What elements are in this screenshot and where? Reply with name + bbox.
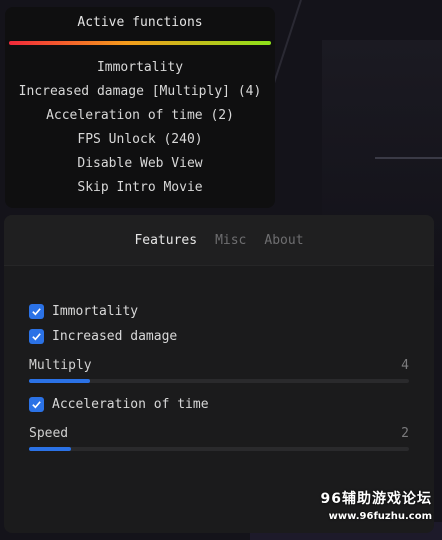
multiply-slider-track[interactable] <box>29 379 409 383</box>
checkbox-checked-icon[interactable] <box>29 329 44 344</box>
overlay-title: Active functions <box>77 15 203 30</box>
active-function-item: Skip Intro Movie <box>77 180 203 195</box>
increased-damage-label: Increased damage <box>52 329 178 344</box>
watermark-title: 96辅助游戏论坛 <box>320 491 432 507</box>
watermark-url: www.96fuzhu.com <box>328 511 432 522</box>
background-line <box>375 157 442 159</box>
active-functions-overlay: Active functions Immortality Increased d… <box>5 7 275 208</box>
active-function-item: Disable Web View <box>77 156 203 171</box>
acceleration-toggle[interactable]: Acceleration of time <box>29 392 409 417</box>
active-function-item: Acceleration of time (2) <box>46 108 234 123</box>
active-function-item: Immortality <box>96 60 184 75</box>
tab-bar: Features Misc About <box>4 215 434 266</box>
active-functions-list: Immortality Increased damage [Multiply] … <box>5 56 275 200</box>
acceleration-label: Acceleration of time <box>52 397 209 412</box>
checkbox-checked-icon[interactable] <box>29 304 44 319</box>
immortality-toggle[interactable]: Immortality <box>29 299 409 324</box>
speed-value: 2 <box>401 426 409 441</box>
active-function-item: Increased damage [Multiply] (4) <box>18 84 262 99</box>
immortality-label: Immortality <box>52 304 139 319</box>
multiply-slider-fill <box>29 379 90 383</box>
multiply-value: 4 <box>401 358 409 373</box>
tab-features[interactable]: Features <box>134 233 197 248</box>
multiply-label: Multiply <box>29 358 92 373</box>
multiply-slider[interactable]: Multiply 4 <box>29 358 409 383</box>
speed-slider-track[interactable] <box>29 447 409 451</box>
features-content: Immortality Increased damage Multiply 4 … <box>4 266 434 451</box>
increased-damage-toggle[interactable]: Increased damage <box>29 324 409 349</box>
active-function-item: FPS Unlock (240) <box>77 132 203 147</box>
speed-label: Speed <box>29 426 69 441</box>
tab-about[interactable]: About <box>264 233 303 248</box>
checkbox-checked-icon[interactable] <box>29 397 44 412</box>
tab-misc[interactable]: Misc <box>215 233 246 248</box>
watermark: 96辅助游戏论坛 www.96fuzhu.com <box>321 488 432 522</box>
speed-slider-fill <box>29 447 71 451</box>
speed-slider[interactable]: Speed 2 <box>29 426 409 451</box>
overlay-gradient-bar <box>9 41 271 45</box>
menu-panel: Features Misc About Immortality Increase… <box>4 215 434 533</box>
